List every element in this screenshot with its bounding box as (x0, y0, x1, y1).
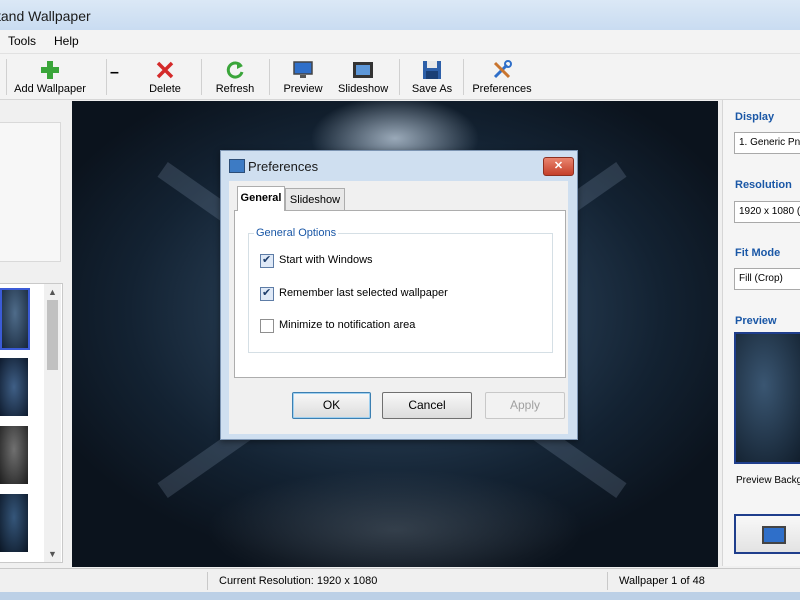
collapse-dash[interactable]: – (110, 64, 119, 82)
remember-wallpaper-label[interactable]: Remember last selected wallpaper (279, 287, 448, 299)
dialog-body: General Slideshow General Options ✔ Star… (229, 181, 568, 434)
display-label: Display (735, 111, 775, 123)
thumbnail[interactable] (0, 494, 28, 552)
preferences-button[interactable]: Preferences (472, 56, 532, 96)
preferences-dialog: Preferences ✕ General Slideshow General … (220, 150, 578, 440)
preview-label: Preview (283, 83, 323, 95)
preview-button[interactable]: Preview (280, 56, 326, 96)
toolbar-separator (399, 59, 400, 95)
remember-wallpaper-checkbox[interactable]: ✔ (260, 287, 274, 301)
window-bottom-border (0, 592, 800, 600)
wallpaper-count-status: Wallpaper 1 of 48 (619, 575, 705, 587)
checkmark-icon: ✔ (262, 287, 272, 299)
plus-icon (41, 61, 59, 79)
toolbar-separator (269, 59, 270, 95)
thumbnail-scrollbar[interactable]: ▲ ▼ (44, 284, 61, 562)
group-title: General Options (254, 227, 339, 239)
minimize-to-tray-checkbox[interactable] (260, 319, 274, 333)
start-with-windows-checkbox[interactable]: ✔ (260, 254, 274, 268)
right-panel: Display 1. Generic PnP Monitor Resolutio… (722, 100, 800, 566)
toolbar-separator (6, 59, 7, 95)
toolbar-separator (201, 59, 202, 95)
tab-slideshow[interactable]: Slideshow (285, 188, 345, 211)
add-wallpaper-button[interactable]: Add Wallpaper (14, 56, 86, 96)
ok-button[interactable]: OK (292, 392, 371, 419)
apply-button[interactable]: Apply (485, 392, 565, 419)
thumbnail[interactable] (0, 358, 28, 416)
status-separator (207, 572, 208, 590)
menu-tools[interactable]: Tools (8, 34, 36, 48)
delete-label: Delete (149, 83, 181, 95)
current-resolution-status: Current Resolution: 1920 x 1080 (219, 575, 378, 587)
window-title: tand Wallpaper (0, 8, 91, 24)
title-bar: tand Wallpaper (0, 0, 800, 31)
add-wallpaper-label: Add Wallpaper (14, 83, 86, 95)
toolbar-separator (106, 59, 107, 95)
apply-wallpaper-button[interactable] (734, 514, 800, 554)
menu-bar: Tools Help (0, 30, 800, 54)
scroll-up-icon[interactable]: ▲ (44, 284, 61, 300)
folder-box (0, 122, 61, 262)
slideshow-button[interactable]: Slideshow (338, 56, 388, 96)
refresh-button[interactable]: Refresh (212, 56, 258, 96)
toolbar-separator (463, 59, 464, 95)
scroll-down-icon[interactable]: ▼ (44, 546, 61, 562)
resolution-select[interactable]: 1920 x 1080 (Recommended) (734, 201, 800, 223)
save-as-button[interactable]: Save As (409, 56, 455, 96)
dialog-app-icon (229, 159, 245, 173)
minimize-to-tray-label[interactable]: Minimize to notification area (279, 319, 415, 331)
tools-icon (493, 60, 512, 79)
status-bar: Current Resolution: 1920 x 1080 Wallpape… (0, 568, 800, 593)
thumbnail[interactable] (0, 426, 28, 484)
monitor-icon (293, 61, 313, 78)
display-select[interactable]: 1. Generic PnP Monitor (734, 132, 800, 154)
status-separator (607, 572, 608, 590)
filmstrip-icon (353, 62, 373, 78)
save-as-label: Save As (411, 83, 453, 95)
floppy-disk-icon (423, 61, 441, 79)
cancel-button[interactable]: Cancel (382, 392, 472, 419)
refresh-label: Refresh (215, 83, 255, 95)
toolbar: Add Wallpaper Delete Refresh Preview Sli… (0, 54, 800, 100)
checkmark-icon: ✔ (262, 254, 272, 266)
refresh-icon (226, 61, 244, 79)
fit-mode-select[interactable]: Fill (Crop) (734, 268, 800, 290)
preview-thumbnail (734, 332, 800, 464)
fit-mode-label: Fit Mode (735, 247, 781, 259)
start-with-windows-label[interactable]: Start with Windows (279, 254, 373, 266)
general-tab-pane: General Options ✔ Start with Windows ✔ R… (234, 210, 566, 378)
tab-general[interactable]: General (237, 186, 285, 211)
scrollbar-thumb[interactable] (47, 300, 58, 370)
thumbnail-selected[interactable] (0, 288, 30, 350)
menu-help[interactable]: Help (54, 34, 79, 48)
monitor-icon (762, 526, 786, 544)
resolution-label: Resolution (735, 179, 792, 191)
close-icon[interactable]: ✕ (543, 157, 574, 176)
left-panel: ▲ ▼ (0, 100, 67, 566)
dialog-title: Preferences (248, 159, 319, 174)
thumbnail-list[interactable]: ▲ ▼ (0, 283, 63, 563)
delete-button[interactable]: Delete (142, 56, 188, 96)
preferences-label: Preferences (472, 83, 532, 95)
preview-background-label: Preview Background (736, 475, 800, 486)
general-options-group: General Options ✔ Start with Windows ✔ R… (248, 227, 553, 353)
delete-x-icon (156, 61, 174, 79)
preview-label: Preview (735, 315, 777, 327)
slideshow-label: Slideshow (338, 83, 389, 95)
